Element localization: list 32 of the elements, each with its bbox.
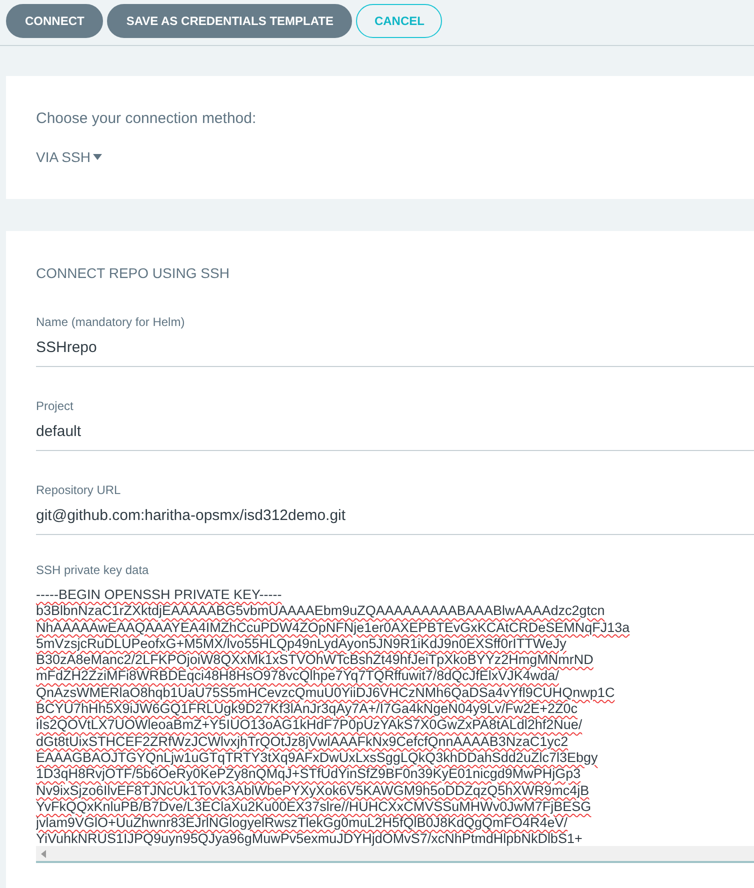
key-line: EAAAGBAOJTGYQnLjw1uGTqTRTY3tXq9AFxDwUxLxsSggLQkQ3khDDahSdd2uZlc7l3Ebgy [36,750,598,766]
field-label: SSH private key data [36,562,150,579]
action-button[interactable]: CONNECT [6,4,104,38]
field-label: Project [36,398,74,415]
key-line: -----BEGIN OPENSSH PRIVATE KEY----- [36,587,282,604]
key-line: iIs2QOVtLX7UOWleoaBmZ+Y5IUO13oAG1kHdF7P0pUzYAkS7X0GwZxPA8tALdl2hf2Nue/ [36,717,582,734]
scroll-left-icon [41,850,46,858]
form-title: CONNECT REPO USING SSH [36,264,230,283]
key-line: Nv9ixSjzo6IlvEF8TJNcUk1ToVk3AblWbePYXyXok6V5KAWGM9h5oDDZqzQ5hXWR9mc4jB [36,782,590,799]
input-field[interactable]: SSHrepo [36,337,754,367]
key-line: B30zA8eManc2/2LFKPOjoiW8QXxMk1xSTVOhWTcBshZt49hfJeiTpXkoBYYz2HmgMNmrND [36,652,594,668]
key-line: YvFkQQxKnluPB/B7Dve/L3EClaXu2Ku00EX37slre//HUHCXxCMVSSuMHWv0JwM7FjBESG [36,798,592,816]
key-line: 5mVzsjcRuDLUPeofxG+M5MX/lvo55HLQp49nLydAyon5JN9R1iKdJ9n0EXSff0rITTWeJy [36,636,566,652]
key-textarea[interactable] [36,587,754,863]
input-field[interactable]: default [36,421,754,451]
input-field[interactable]: git@github.com:haritha-opsmx/isd312demo.git [36,505,754,535]
key-line: jvlam9VGlO+UuZhwnr83EJrlNGlogyelRwszTlekGg0muL2H5fQlB0J8KdQgQmFO4R4eV/ [36,815,568,832]
key-line: QnAzsWMERlaO8hqb1UaU75S5mHCevzcQmuU0YiiDJ6VHCzNMh6QaDSa4vYfl9CUHQnwp1C [36,684,615,702]
key-line: b3BlbnNzaC1rZXktdjEAAAAABG5vbmUAAAAEbm9uZQAAAAAAAAABAAABlwAAAAdzc2gtcn [36,603,605,620]
field-label: Repository URL [36,482,122,499]
key-line: mFdZH2ZziMFi8WRBDEqci48H8HsO978vcQlhpe7Yq7TQRffuwit7/8dQcJfElxVJK4wda/ [36,668,559,685]
key-line: BCYU7hHh5X9iJW6GQ1FRLUgk9D27Kf3lAnJr3qAy7A+/I7Ga4kNgeN04y9Lv/Fw2E+2Z0c [36,701,578,718]
key-line: NhAAAAAwEAAQAAAYEA4IMZhCcuPDW4ZOpNFNje1er0AXEPBTEvGxKCAtCRDeSEMNqFJ13a [36,620,630,636]
action-button[interactable]: SAVE AS CREDENTIALS TEMPLATE [107,4,352,38]
method-dropdown[interactable]: VIA SSH [36,146,102,168]
field-label: Name (mandatory for Helm) [36,314,186,331]
caret-icon [93,154,102,160]
key-line: 1D3qH8RvjOTF/5b6OeRy0KePZy8nQMqJ+STfUdYinSfZ9BF0n39KyE01nicgd9MwPHjGp3 [36,766,581,783]
key-line: YiVuhkNRUS1IJPQ9uyn95QJya96gMuwPv5exmuJDYHjdOMvS7/xcNhPtmdHlpbNkDlbS1+ [36,831,582,848]
key-line: dGt8tUixSTHCEF2ZRfWzJCWlvxjhTrQOtJz8jVwlAAAFkNx9CefcfQnnAAAAB3NzaC1yc2 [36,734,568,750]
horizontal-scrollbar[interactable] [36,846,754,861]
method-prompt: Choose your connection method: [36,109,258,129]
